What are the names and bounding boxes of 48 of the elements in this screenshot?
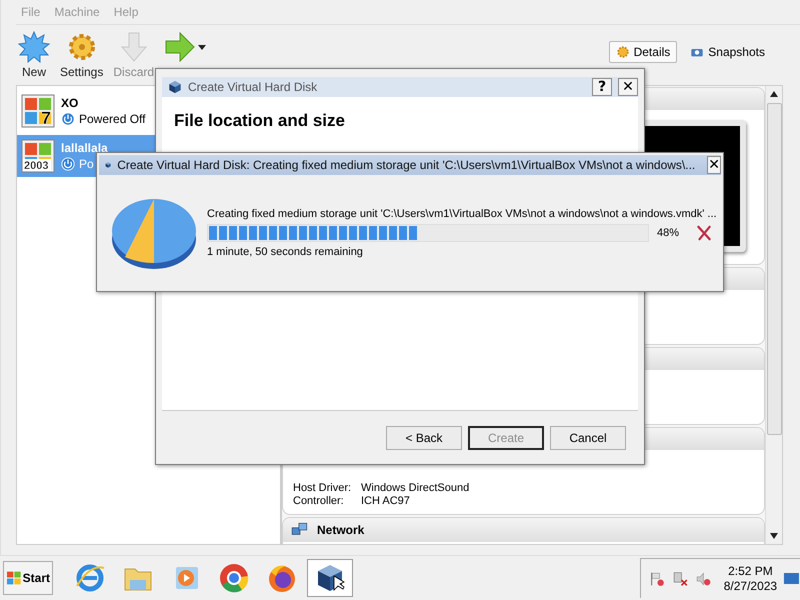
- clock-time: 2:52 PM: [728, 564, 773, 578]
- toolbar-button[interactable]: New: [16, 31, 52, 79]
- up-arrow-icon: [770, 91, 778, 97]
- close-button[interactable]: ✕: [618, 78, 638, 96]
- help-button[interactable]: ?: [592, 78, 612, 96]
- cube-icon: [168, 80, 182, 94]
- start-button[interactable]: Start: [3, 561, 53, 595]
- dialog-button[interactable]: Cancel: [550, 426, 626, 450]
- detail-label: Host Driver:: [293, 482, 352, 495]
- detail-value: Windows DirectSound: [361, 482, 470, 495]
- vm-state: Powered Off: [79, 112, 146, 126]
- vm-name: lallallala: [61, 141, 108, 155]
- dialog-button[interactable]: < Back: [386, 426, 462, 450]
- windows-logo-icon: [6, 570, 22, 586]
- power-icon: [61, 157, 75, 171]
- clock[interactable]: 2:52 PM 8/27/2023: [724, 564, 778, 594]
- window-title: Create Virtual Hard Disk: Creating fixed medium storage unit 'C:\Users\vm1\VirtualBox VMs\not a windows\...: [117, 158, 696, 172]
- speaker-icon: [694, 570, 712, 588]
- os-logo-icon: 2003: [21, 139, 55, 173]
- flag-icon: [649, 570, 666, 588]
- starburst-icon: [18, 31, 50, 63]
- detail-value: ICH AC97: [361, 495, 410, 508]
- progress-percent: 48%: [657, 227, 680, 239]
- network-icon: [672, 570, 689, 588]
- close-button[interactable]: ✕: [707, 156, 721, 174]
- vm-state: Po: [79, 157, 94, 171]
- taskbar-app[interactable]: [307, 559, 353, 597]
- window-title: Create Virtual Hard Disk: [188, 80, 318, 94]
- power-icon: [61, 112, 75, 126]
- progress-message: Creating fixed medium storage unit 'C:\Users\vm1\VirtualBox VMs\not a windows\not a windows.vmdk' ...: [207, 208, 713, 220]
- time-remaining: 1 minute, 50 seconds remaining: [207, 246, 364, 258]
- detail-label: Controller:: [293, 495, 345, 508]
- right-arrow-icon: [164, 31, 208, 63]
- browser-icon: [74, 562, 106, 594]
- desktop-icon: [783, 570, 800, 586]
- cancel-icon: [695, 224, 713, 242]
- chrome-icon: [218, 562, 250, 594]
- gear-icon: [616, 45, 630, 59]
- scrollbar[interactable]: [765, 86, 782, 544]
- clock-date: 8/27/2023: [724, 578, 778, 594]
- toolbar-button[interactable]: Settings: [58, 31, 106, 79]
- vm-name: XO: [61, 96, 80, 110]
- os-logo-icon: 7: [21, 94, 55, 128]
- view-tab[interactable]: Snapshots: [683, 41, 772, 63]
- view-tab[interactable]: Details: [608, 41, 678, 63]
- section-title: Network: [317, 523, 364, 537]
- page-heading: File location and size: [174, 111, 345, 130]
- down-arrow-icon: [770, 533, 778, 539]
